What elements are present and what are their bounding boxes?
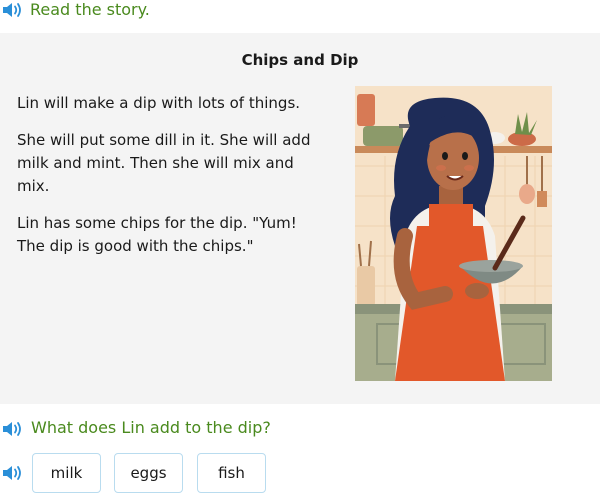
- story-paragraph: She will put some dill in it. She will a…: [17, 131, 311, 195]
- speaker-icon[interactable]: [2, 464, 24, 482]
- speaker-icon[interactable]: [2, 1, 24, 19]
- choice-button-milk[interactable]: milk: [32, 453, 101, 493]
- story-paragraph: Lin has some chips for the dip. "Yum! Th…: [17, 214, 297, 255]
- instruction-text: Read the story.: [30, 0, 150, 19]
- choice-button-fish[interactable]: fish: [197, 453, 266, 493]
- choice-button-eggs[interactable]: eggs: [114, 453, 183, 493]
- story-title: Chips and Dip: [241, 51, 359, 69]
- story-illustration: [355, 86, 552, 381]
- question-text: What does Lin add to the dip?: [31, 418, 271, 437]
- story-paragraph: Lin will make a dip with lots of things.: [17, 94, 301, 112]
- speaker-icon[interactable]: [2, 420, 24, 438]
